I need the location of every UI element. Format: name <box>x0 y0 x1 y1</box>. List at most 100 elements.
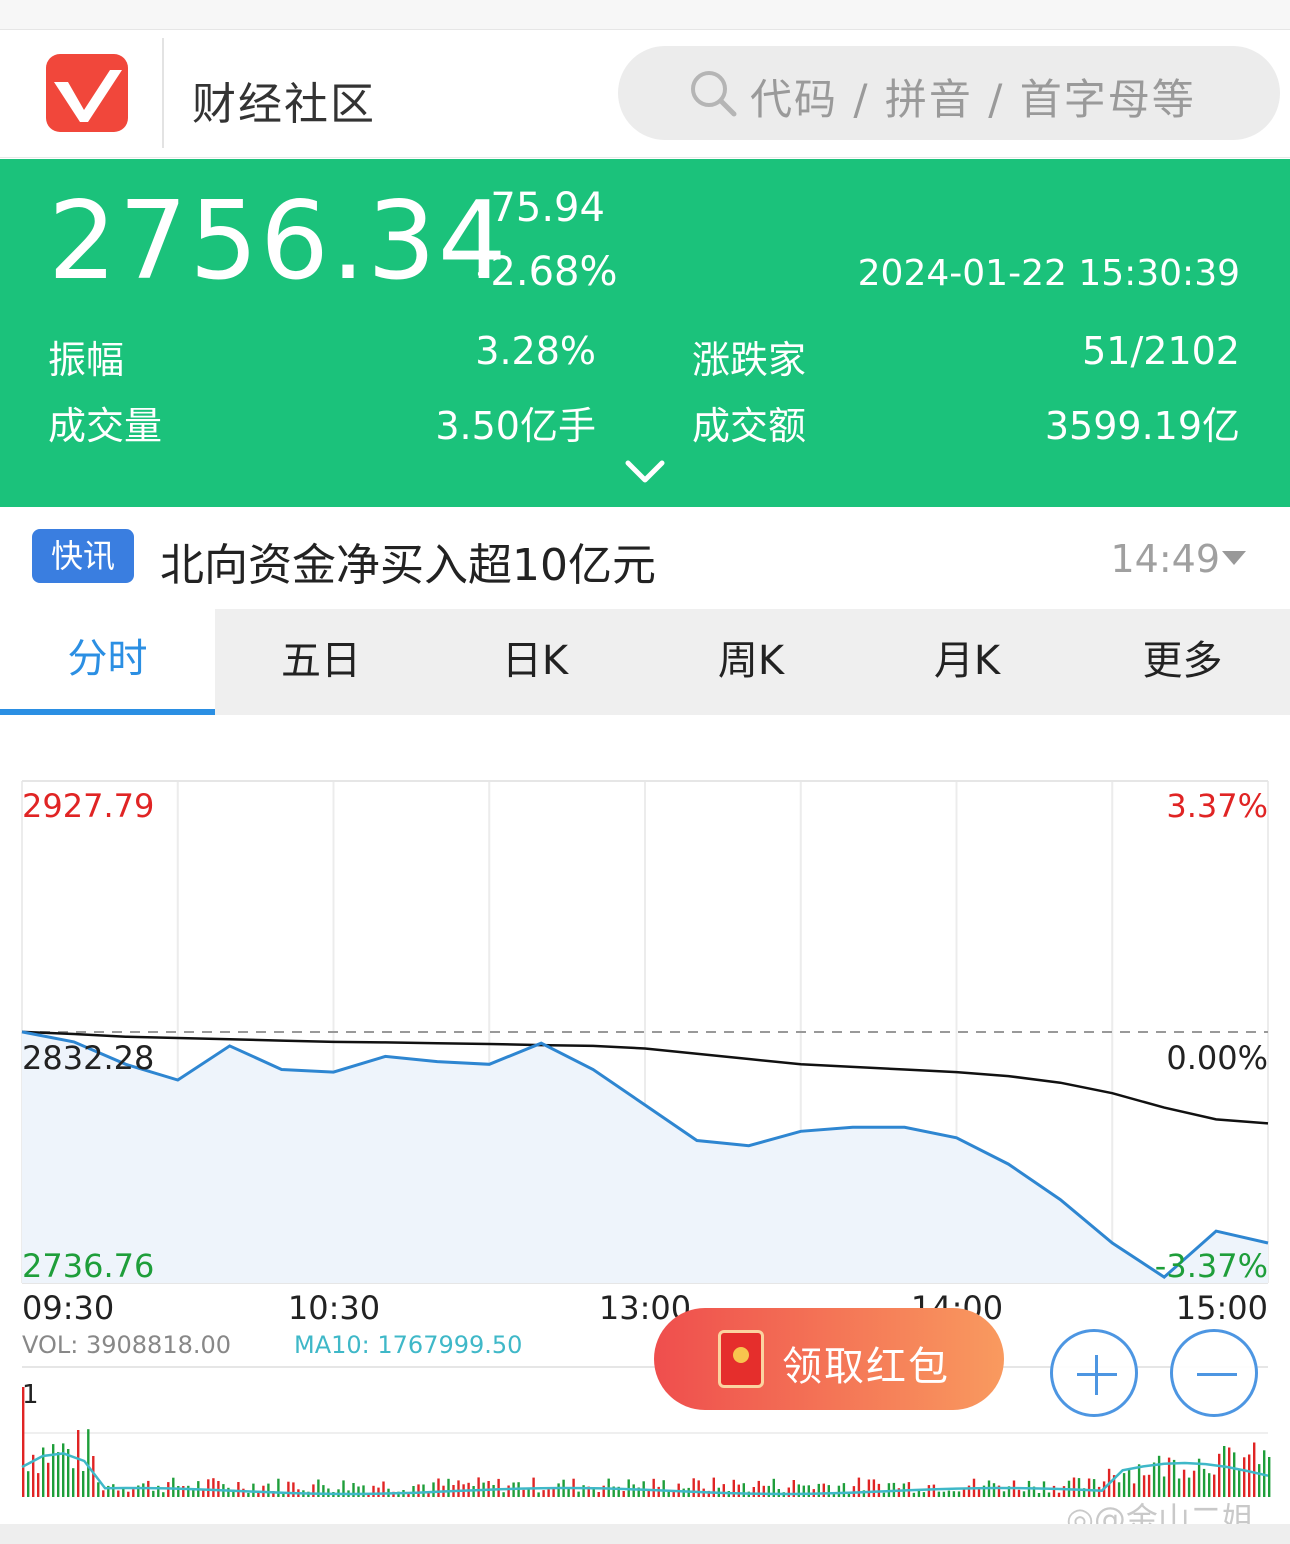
volume-bar <box>142 1483 145 1497</box>
volume-bar <box>372 1485 375 1497</box>
volume-bar <box>187 1485 190 1497</box>
volume-bar <box>77 1430 80 1497</box>
volume-bar <box>1258 1464 1261 1497</box>
volume-bar <box>377 1487 380 1497</box>
volume-value: 3.50亿手 <box>435 404 596 448</box>
volume-bar <box>312 1484 315 1497</box>
volume-bar <box>547 1489 550 1497</box>
volume-bar <box>1223 1446 1226 1497</box>
volume-bar <box>752 1487 755 1497</box>
volume-bar <box>762 1485 765 1497</box>
price-change-percent: -2.68% <box>476 249 618 295</box>
volume-bar <box>22 1387 25 1497</box>
chart-period-tabs: 分时 五日 日K 周K 月K 更多 <box>0 609 1290 715</box>
volume-bar <box>947 1490 951 1497</box>
volume-bar <box>952 1491 956 1497</box>
caret-down-icon[interactable] <box>1222 551 1246 565</box>
volume-bar <box>492 1485 495 1497</box>
volume-bar <box>657 1486 660 1497</box>
volume-bar <box>97 1482 100 1497</box>
volume-bar <box>1002 1491 1006 1497</box>
volume-bar <box>412 1486 415 1497</box>
app-logo-icon[interactable] <box>46 54 128 132</box>
volume-bar <box>362 1485 365 1497</box>
zoom-out-button[interactable] <box>1170 1329 1258 1417</box>
amplitude-label: 振幅 <box>48 338 125 382</box>
volume-bar <box>912 1492 916 1497</box>
volume-bar <box>1218 1453 1221 1497</box>
time-label-0930: 09:30 <box>22 1289 114 1327</box>
volume-bar <box>692 1478 695 1497</box>
volume-bar <box>102 1490 105 1497</box>
volume-bar <box>27 1471 30 1497</box>
volume-bar <box>922 1492 926 1497</box>
volume-bar <box>127 1491 130 1497</box>
price-mid-label: 2832.28 <box>22 1039 154 1077</box>
volume-bar <box>667 1491 670 1497</box>
volume-bar <box>1233 1452 1236 1497</box>
tab-more[interactable]: 更多 <box>1075 609 1290 715</box>
volume-bar <box>1152 1462 1156 1497</box>
volume-bar <box>932 1484 936 1497</box>
volume-bar <box>927 1485 931 1497</box>
volume-bar <box>447 1478 450 1497</box>
volume-bar <box>72 1468 75 1497</box>
volume-bar <box>867 1479 871 1497</box>
volume-bar <box>1137 1464 1141 1497</box>
news-headline[interactable]: 北向资金净买入超10亿元 <box>160 529 656 593</box>
volume-bar <box>1037 1493 1041 1497</box>
header-divider <box>162 38 164 148</box>
volume-bar <box>162 1492 165 1497</box>
news-badge: 快讯 <box>32 529 134 583</box>
volume-bar <box>1243 1457 1246 1497</box>
volume-axis-label: 1 <box>22 1380 39 1410</box>
volume-bar <box>652 1478 655 1497</box>
volume-bar <box>267 1483 270 1497</box>
volume-bar <box>62 1443 65 1497</box>
turnover-label: 成交额 <box>692 404 807 448</box>
volume-bar <box>357 1486 360 1497</box>
volume-bar <box>82 1471 85 1497</box>
volume-bar <box>942 1491 946 1497</box>
tab-daily-k[interactable]: 日K <box>427 609 643 715</box>
volume-bar <box>502 1492 505 1497</box>
tab-intraday[interactable]: 分时 <box>0 609 215 715</box>
volume-bar <box>557 1483 560 1497</box>
volume-bar <box>292 1482 295 1497</box>
red-packet-icon <box>718 1330 764 1388</box>
app-header: 财经社区 代码 / 拼音 / 首字母等 <box>0 30 1290 158</box>
minus-icon <box>1197 1373 1237 1376</box>
volume-bar <box>937 1491 941 1497</box>
volume-bar <box>287 1481 290 1497</box>
app-title: 财经社区 <box>192 79 376 130</box>
tab-weekly-k[interactable]: 周K <box>643 609 859 715</box>
claim-red-packet-button[interactable]: 领取红包 <box>654 1308 1004 1410</box>
volume-bar <box>837 1485 841 1497</box>
volume-bar <box>522 1489 525 1497</box>
volume-bar <box>1248 1454 1251 1497</box>
tab-five-day[interactable]: 五日 <box>215 609 427 715</box>
volume-bar <box>827 1485 830 1497</box>
chevron-down-icon[interactable] <box>624 457 666 487</box>
bottom-bar <box>0 1524 1290 1544</box>
price-low-label: 2736.76 <box>22 1247 154 1285</box>
volume-bar <box>1182 1469 1186 1497</box>
volume-bar <box>802 1485 805 1497</box>
intraday-chart[interactable]: 2927.79 2832.28 2736.76 3.37% 0.00% -3.3… <box>0 715 1290 1544</box>
search-input[interactable]: 代码 / 拼音 / 首字母等 <box>618 46 1280 140</box>
volume-bar <box>1022 1491 1026 1497</box>
zoom-in-button[interactable] <box>1050 1329 1138 1417</box>
volume-bar <box>237 1482 240 1497</box>
quote-timestamp: 2024-01-22 15:30:39 <box>857 253 1240 294</box>
pct-low-label: -3.37% <box>1155 1247 1268 1285</box>
volume-bar <box>1157 1455 1161 1497</box>
news-flash[interactable]: 快讯 北向资金净买入超10亿元 14:49 <box>0 507 1290 609</box>
volume-bar <box>92 1456 95 1497</box>
volume-bar <box>807 1485 810 1497</box>
volume-bar <box>857 1477 861 1497</box>
red-packet-label: 领取红包 <box>782 1344 950 1390</box>
tab-monthly-k[interactable]: 月K <box>859 609 1075 715</box>
volume-bar <box>597 1492 600 1497</box>
volume-bar <box>682 1488 685 1497</box>
volume-bar <box>52 1444 55 1497</box>
